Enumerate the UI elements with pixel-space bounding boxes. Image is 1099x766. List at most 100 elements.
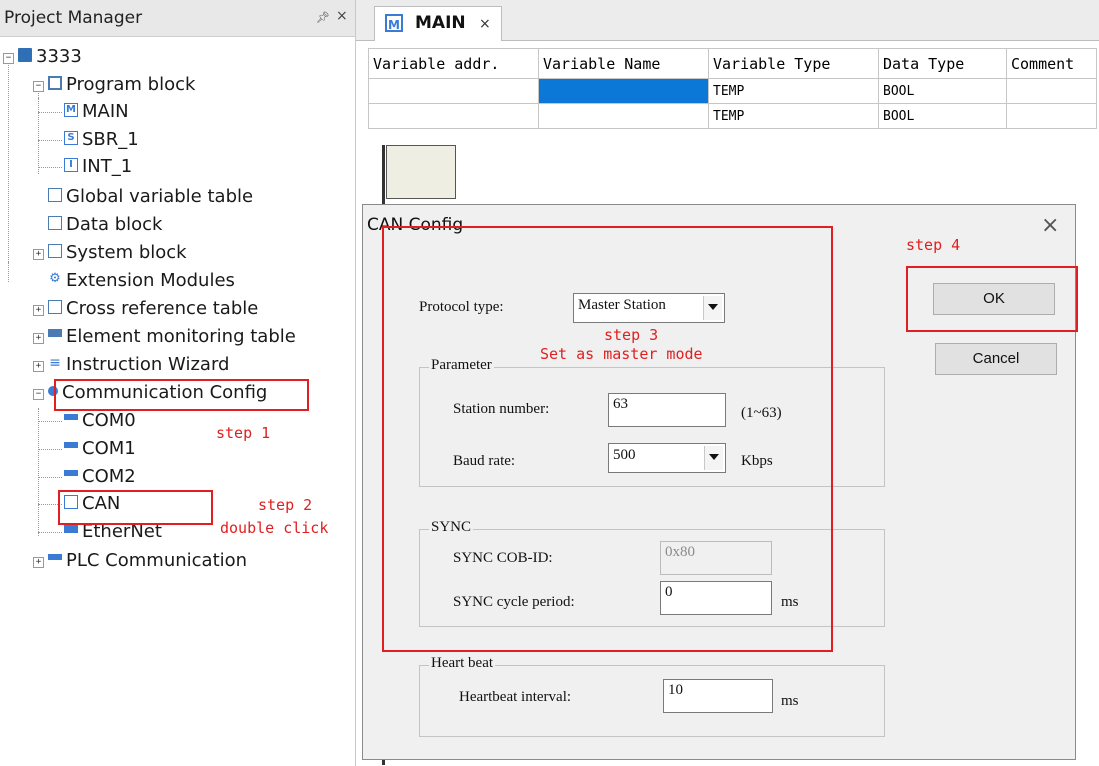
tree-item-label: Global variable table	[66, 186, 254, 207]
tree-connector	[38, 449, 62, 450]
system-block-icon	[48, 244, 62, 258]
variable-table: Variable addr. Variable Name Variable Ty…	[368, 48, 1097, 129]
annotation-step2-detail: double click	[220, 519, 329, 537]
table-header-row: Variable addr. Variable Name Variable Ty…	[368, 48, 1097, 79]
tab-main-label: MAIN	[415, 13, 466, 33]
annotation-box-step2	[58, 490, 213, 525]
tree-root-label: 3333	[36, 46, 82, 67]
table-cell-selected[interactable]	[538, 78, 709, 104]
table-cell[interactable]: TEMP	[708, 78, 879, 104]
tree-item-label: Element monitoring table	[66, 326, 296, 347]
tree-item-label: SBR_1	[82, 129, 139, 150]
collapse-toggle[interactable]: −	[33, 81, 44, 92]
tree-item-label: INT_1	[82, 156, 133, 177]
expand-toggle[interactable]: +	[33, 557, 44, 568]
subroutine-icon: S	[64, 131, 78, 145]
table-cell[interactable]: BOOL	[878, 78, 1007, 104]
tree-item-com1[interactable]: COM1	[64, 436, 136, 462]
tree-item-system-block[interactable]: System block	[48, 240, 187, 266]
tree-item-instruction-wizard[interactable]: ≡ Instruction Wizard	[48, 352, 229, 378]
tree-item-plc-communication[interactable]: PLC Communication	[48, 548, 247, 574]
tree-item-element-monitoring[interactable]: Element monitoring table	[48, 324, 296, 350]
pin-icon[interactable]: 📌︎	[316, 11, 330, 24]
project-manager-title: Project Manager	[4, 8, 143, 28]
ethernet-icon	[64, 525, 78, 533]
tree-item-com0[interactable]: COM0	[64, 408, 136, 434]
table-cell[interactable]: TEMP	[708, 103, 879, 129]
tree-item-label: Extension Modules	[66, 270, 235, 291]
annotation-step3: step 3	[604, 326, 659, 344]
serial-port-icon	[64, 414, 78, 420]
cross-reference-icon	[48, 300, 62, 314]
tree-item-label: Program block	[66, 74, 196, 95]
tree-item-main[interactable]: M MAIN	[64, 99, 129, 125]
tree-item-program-block[interactable]: Program block	[48, 72, 195, 98]
heartbeat-interval-label: Heartbeat interval:	[459, 689, 572, 705]
tree-item-cross-reference[interactable]: Cross reference table	[48, 296, 258, 322]
table-cell[interactable]	[368, 103, 539, 129]
tree-item-label: COM1	[82, 438, 136, 459]
tree-item-label: COM0	[82, 410, 136, 431]
tree-item-data-block[interactable]: Data block	[48, 212, 162, 238]
table-cell[interactable]	[1006, 103, 1097, 129]
tree-connector	[38, 532, 62, 533]
table-row: TEMP BOOL	[368, 78, 1097, 104]
collapse-toggle[interactable]: −	[3, 53, 14, 64]
cancel-button[interactable]: Cancel	[935, 343, 1057, 375]
data-block-icon	[48, 216, 62, 230]
expand-toggle[interactable]: +	[33, 305, 44, 316]
annotation-step1: step 1	[216, 424, 271, 442]
tab-main[interactable]: M MAIN ×	[374, 6, 502, 41]
table-cell[interactable]	[1006, 78, 1097, 104]
tree-item-int[interactable]: I INT_1	[64, 154, 132, 180]
expand-toggle[interactable]: +	[33, 361, 44, 372]
column-header[interactable]: Variable Type	[708, 48, 879, 79]
tree-connector	[8, 62, 9, 262]
annotation-step4: step 4	[906, 236, 961, 254]
tree-item-label: COM2	[82, 466, 136, 487]
collapse-toggle[interactable]: −	[33, 389, 44, 400]
heartbeat-group-title: Heart beat	[429, 655, 496, 672]
tree-item-sbr[interactable]: S SBR_1	[64, 127, 139, 153]
tree-connector	[38, 140, 62, 141]
column-header[interactable]: Variable Name	[538, 48, 709, 79]
tree-connector	[38, 421, 62, 422]
heartbeat-interval-input[interactable]: 10	[663, 679, 773, 713]
tree-item-extension-modules[interactable]: ⚙ Extension Modules	[48, 268, 235, 294]
editor-tab-strip: M MAIN ×	[356, 0, 1099, 41]
tree-item-label: Data block	[66, 214, 163, 235]
tree-item-label: PLC Communication	[66, 550, 248, 571]
gear-icon: ⚙	[49, 271, 61, 286]
tree-connector	[38, 167, 62, 168]
tree-item-label: MAIN	[82, 101, 129, 122]
column-header[interactable]: Variable addr.	[368, 48, 539, 79]
ladder-network-block[interactable]	[386, 145, 456, 199]
table-cell[interactable]	[368, 78, 539, 104]
close-icon[interactable]: ×	[1041, 213, 1059, 238]
plc-icon	[18, 48, 32, 62]
tab-close-icon[interactable]: ×	[479, 16, 491, 32]
tree-item-com2[interactable]: COM2	[64, 464, 136, 490]
close-panel-icon[interactable]: ×	[336, 8, 348, 24]
serial-port-icon	[64, 442, 78, 448]
tree-item-label: Instruction Wizard	[66, 354, 230, 375]
column-header[interactable]: Data Type	[878, 48, 1007, 79]
tree-root[interactable]: 3333	[18, 44, 82, 70]
annotation-box-step4	[906, 266, 1078, 332]
tree-connector	[38, 408, 39, 536]
tree-connector	[8, 262, 9, 282]
table-row: TEMP BOOL	[368, 103, 1097, 129]
project-manager-header: Project Manager 📌︎ ×	[0, 0, 355, 37]
tree-connector	[38, 98, 39, 108]
serial-port-icon	[48, 554, 62, 560]
expand-toggle[interactable]: +	[33, 333, 44, 344]
list-icon: ≡	[49, 355, 61, 371]
expand-toggle[interactable]: +	[33, 249, 44, 260]
tree-item-label: System block	[66, 242, 187, 263]
tree-connector	[38, 112, 62, 113]
table-cell[interactable]	[538, 103, 709, 129]
column-header[interactable]: Comment	[1006, 48, 1097, 79]
annotation-box-step3	[382, 226, 833, 652]
tree-item-global-variable-table[interactable]: Global variable table	[48, 184, 253, 210]
table-cell[interactable]: BOOL	[878, 103, 1007, 129]
